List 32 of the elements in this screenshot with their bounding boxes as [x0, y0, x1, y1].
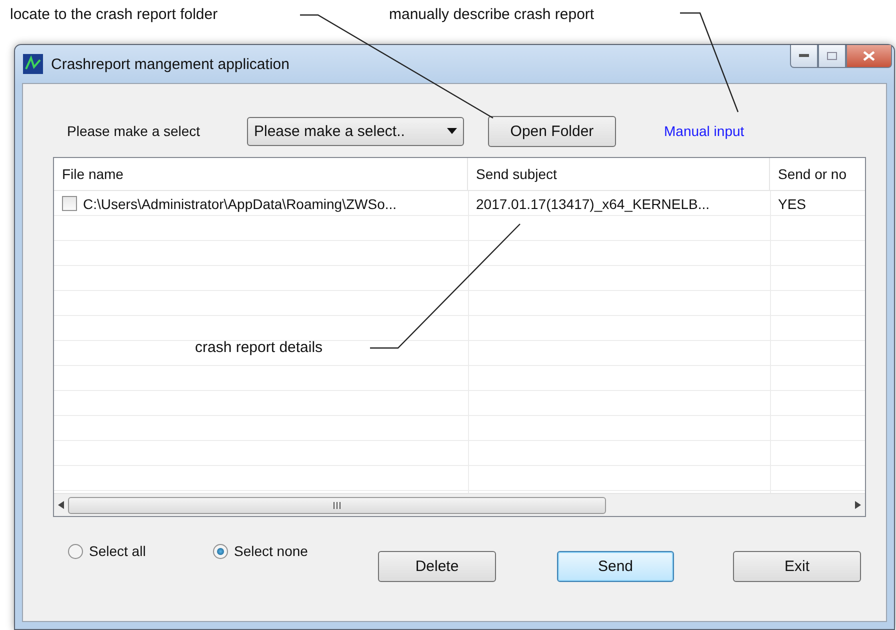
action-button[interactable]: Send: [557, 551, 674, 582]
minimize-icon: [799, 54, 809, 58]
radio-button[interactable]: [213, 544, 228, 558]
app-icon: [23, 54, 43, 74]
checkbox[interactable]: [62, 196, 77, 211]
annotation-text: crash report details: [195, 339, 323, 356]
minimize-button[interactable]: [790, 45, 818, 68]
column-header[interactable]: Send subject: [468, 158, 770, 190]
table-cell: YES: [778, 196, 806, 212]
right-arrow-icon[interactable]: [855, 501, 861, 509]
annotation-text: manually describe crash report: [389, 6, 594, 23]
close-icon: [863, 51, 875, 61]
select-label: Please make a select: [67, 123, 202, 139]
action-button[interactable]: Delete: [378, 551, 496, 582]
window-title: Crashreport mangement application: [51, 56, 290, 72]
caret-icon: [447, 128, 457, 134]
radio-option[interactable]: Select none: [213, 542, 378, 560]
column-header[interactable]: File name: [54, 158, 468, 190]
table-cell: C:\Users\Administrator\AppData\Roaming\ZWSo...: [83, 196, 397, 212]
open-folder-button[interactable]: Open Folder: [488, 116, 616, 146]
manual-input-link[interactable]: Manual input: [664, 123, 744, 139]
left-arrow-icon[interactable]: [58, 501, 64, 509]
radio-button[interactable]: [68, 544, 83, 558]
maximize-icon: [827, 52, 837, 60]
dropdown[interactable]: Please make a select..: [247, 116, 464, 146]
column-header[interactable]: Send or no: [770, 158, 865, 190]
radio-option[interactable]: Select all: [68, 542, 213, 560]
close-button[interactable]: [846, 45, 892, 68]
table-cell: 2017.01.17(13417)_x64_KERNELB...: [476, 196, 710, 212]
action-button[interactable]: Exit: [733, 551, 861, 582]
maximize-button[interactable]: [818, 45, 846, 68]
annotation-text: locate to the crash report folder: [10, 6, 218, 23]
